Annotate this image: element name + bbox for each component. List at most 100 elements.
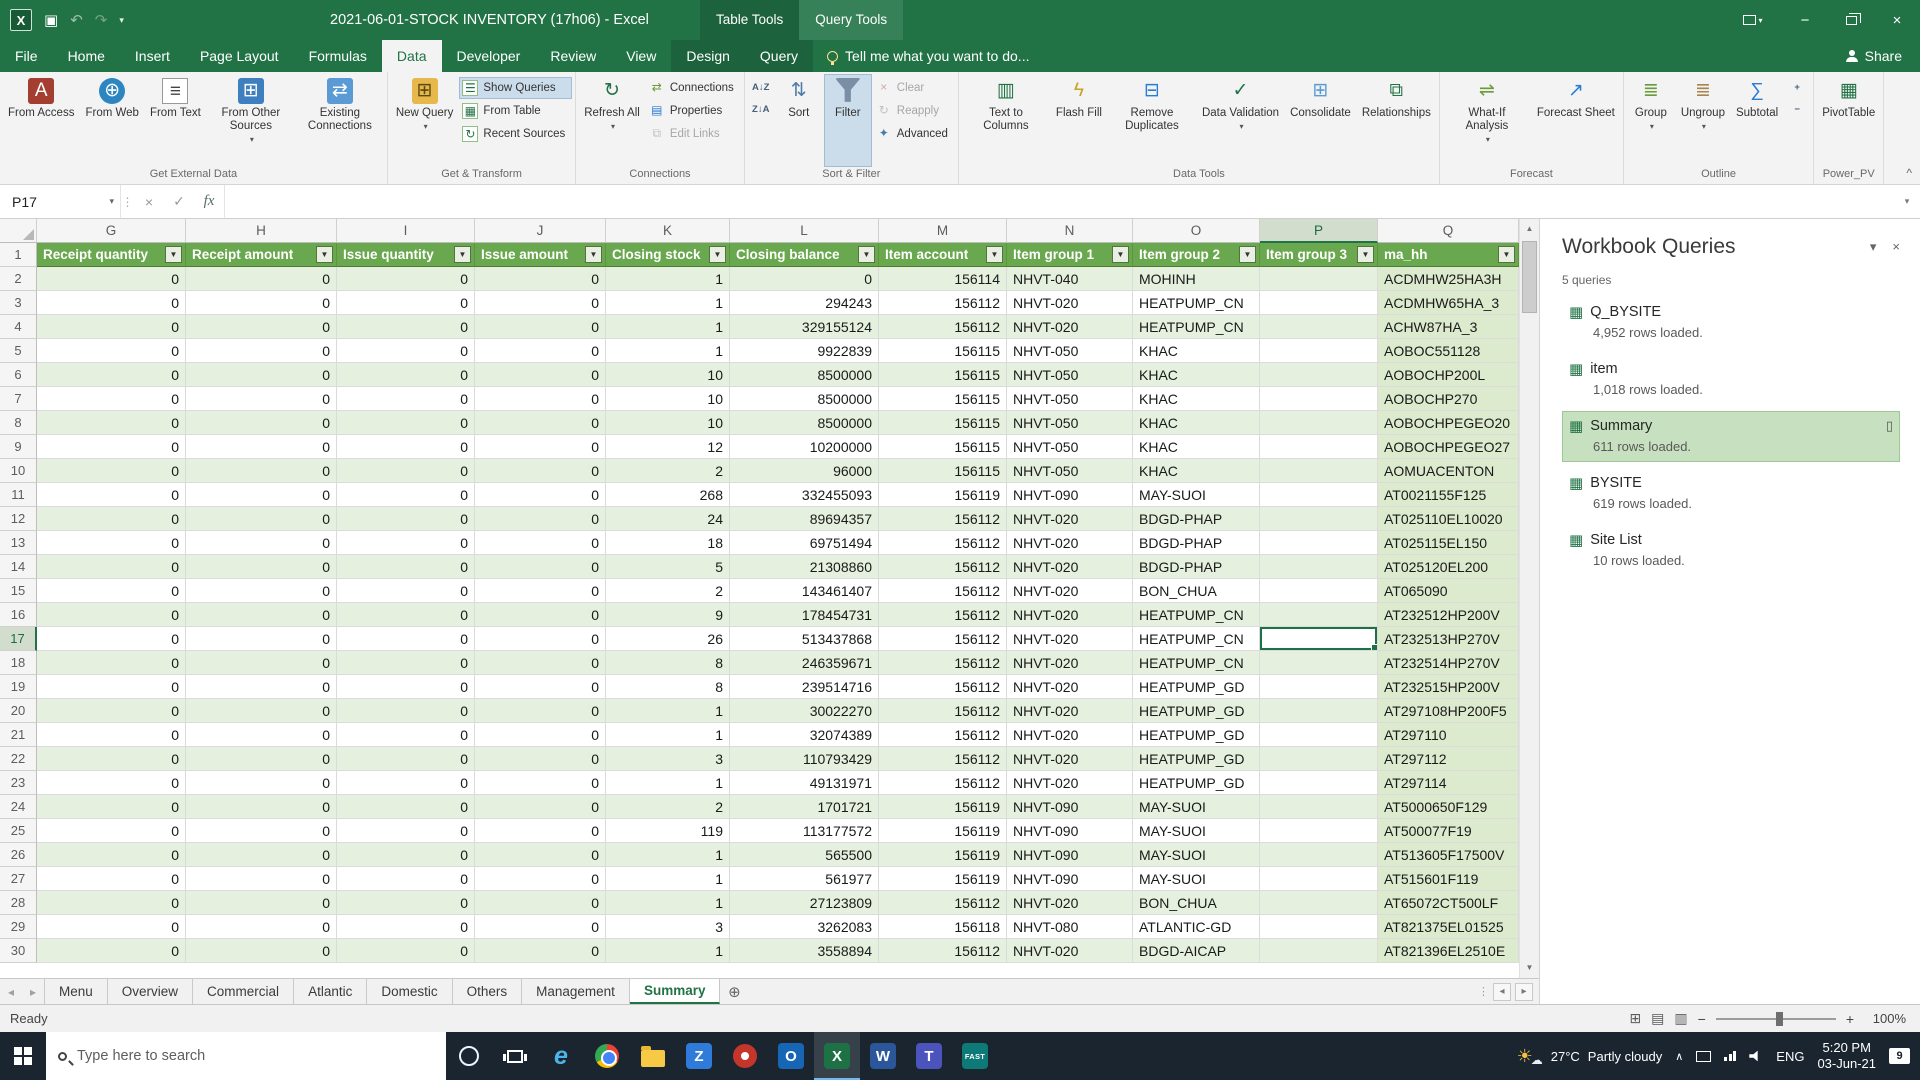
tab-splitter-handle[interactable]: ⋮ [1478, 985, 1489, 998]
sort-button[interactable]: ⇅ Sort [775, 74, 823, 167]
cell-G15[interactable]: 0 [37, 579, 186, 603]
cell-P3[interactable] [1260, 291, 1378, 315]
ribbon-tab-data[interactable]: Data [381, 40, 442, 72]
sheet-tab-overview[interactable]: Overview [108, 979, 194, 1004]
cell-G2[interactable]: 0 [37, 267, 186, 291]
cell-J17[interactable]: 0 [475, 627, 606, 651]
table-header-receipt-quantity[interactable]: Receipt quantity ▼ [37, 243, 186, 267]
filter-dropdown-icon[interactable]: ▼ [709, 246, 726, 263]
cell-P27[interactable] [1260, 867, 1378, 891]
cell-G25[interactable]: 0 [37, 819, 186, 843]
chrome-icon[interactable] [584, 1032, 630, 1080]
cell-K21[interactable]: 1 [606, 723, 730, 747]
refresh-all-button[interactable]: ↻ Refresh All ▾ [579, 74, 645, 167]
table-header-item-group-3[interactable]: Item group 3 ▼ [1260, 243, 1378, 267]
save-icon[interactable]: ▣ [44, 11, 58, 29]
cell-Q19[interactable]: AT232515HP200V [1378, 675, 1519, 699]
cell-H20[interactable]: 0 [186, 699, 337, 723]
cell-M3[interactable]: 156112 [879, 291, 1007, 315]
cell-K13[interactable]: 18 [606, 531, 730, 555]
cell-H17[interactable]: 0 [186, 627, 337, 651]
cell-Q10[interactable]: AOMUACENTON [1378, 459, 1519, 483]
cell-K26[interactable]: 1 [606, 843, 730, 867]
cell-I20[interactable]: 0 [337, 699, 475, 723]
group-button[interactable]: ≣ Group ▾ [1627, 74, 1675, 167]
hscroll-left-icon[interactable]: ◂ [1493, 982, 1511, 1001]
cell-N6[interactable]: NHVT-050 [1007, 363, 1133, 387]
cell-I23[interactable]: 0 [337, 771, 475, 795]
table-header-issue-amount[interactable]: Issue amount ▼ [475, 243, 606, 267]
cell-O7[interactable]: KHAC [1133, 387, 1260, 411]
cell-I21[interactable]: 0 [337, 723, 475, 747]
cell-Q5[interactable]: AOBOC551128 [1378, 339, 1519, 363]
cell-G13[interactable]: 0 [37, 531, 186, 555]
cell-G10[interactable]: 0 [37, 459, 186, 483]
cell-K27[interactable]: 1 [606, 867, 730, 891]
cell-Q8[interactable]: AOBOCHPEGEO20 [1378, 411, 1519, 435]
column-header-g[interactable]: G [37, 219, 186, 243]
formula-bar-grip[interactable]: ⋮ [120, 185, 134, 218]
cell-I5[interactable]: 0 [337, 339, 475, 363]
name-box-dropdown-icon[interactable]: ▾ [109, 196, 114, 207]
cell-J28[interactable]: 0 [475, 891, 606, 915]
row-header-6[interactable]: 6 [0, 363, 37, 387]
cell-K19[interactable]: 8 [606, 675, 730, 699]
select-all-corner[interactable] [0, 219, 37, 243]
cell-L18[interactable]: 246359671 [730, 651, 879, 675]
ribbon-tab-design[interactable]: Design [671, 40, 745, 72]
cell-G28[interactable]: 0 [37, 891, 186, 915]
cell-L12[interactable]: 89694357 [730, 507, 879, 531]
cell-L25[interactable]: 113177572 [730, 819, 879, 843]
cell-Q18[interactable]: AT232514HP270V [1378, 651, 1519, 675]
column-header-n[interactable]: N [1007, 219, 1133, 243]
text-to-columns-button[interactable]: ▥ Text to Columns [962, 74, 1050, 167]
cell-J14[interactable]: 0 [475, 555, 606, 579]
formula-input[interactable] [224, 185, 1894, 218]
cell-I3[interactable]: 0 [337, 291, 475, 315]
cell-J29[interactable]: 0 [475, 915, 606, 939]
cell-L6[interactable]: 8500000 [730, 363, 879, 387]
cell-Q2[interactable]: ACDMHW25HA3H [1378, 267, 1519, 291]
cell-J7[interactable]: 0 [475, 387, 606, 411]
cell-I22[interactable]: 0 [337, 747, 475, 771]
cell-M9[interactable]: 156115 [879, 435, 1007, 459]
cell-O8[interactable]: KHAC [1133, 411, 1260, 435]
existing-connections-button[interactable]: ⇄ Existing Connections [296, 74, 384, 167]
sheet-nav-right-icon[interactable]: ▸ [22, 979, 44, 1004]
show-queries-button[interactable]: ☰ Show Queries [459, 77, 573, 99]
cell-G21[interactable]: 0 [37, 723, 186, 747]
cell-K10[interactable]: 2 [606, 459, 730, 483]
cell-N10[interactable]: NHVT-050 [1007, 459, 1133, 483]
cell-L2[interactable]: 0 [730, 267, 879, 291]
cell-O5[interactable]: KHAC [1133, 339, 1260, 363]
cell-K14[interactable]: 5 [606, 555, 730, 579]
row-header-1[interactable]: 1 [0, 243, 37, 267]
cell-H3[interactable]: 0 [186, 291, 337, 315]
cell-Q9[interactable]: AOBOCHPEGEO27 [1378, 435, 1519, 459]
column-header-l[interactable]: L [730, 219, 879, 243]
consolidate-button[interactable]: ⊞ Consolidate [1285, 74, 1356, 167]
zoom-in-icon[interactable]: + [1846, 1011, 1854, 1027]
cell-K22[interactable]: 3 [606, 747, 730, 771]
ribbon-display-options-icon[interactable]: ▾ [1738, 0, 1768, 40]
cell-G14[interactable]: 0 [37, 555, 186, 579]
cell-O16[interactable]: HEATPUMP_CN [1133, 603, 1260, 627]
filter-dropdown-icon[interactable]: ▼ [165, 246, 182, 263]
cell-O20[interactable]: HEATPUMP_GD [1133, 699, 1260, 723]
cell-L9[interactable]: 10200000 [730, 435, 879, 459]
clear-button[interactable]: × Clear [873, 77, 955, 99]
filter-dropdown-icon[interactable]: ▼ [1112, 246, 1129, 263]
row-header-15[interactable]: 15 [0, 579, 37, 603]
cell-P2[interactable] [1260, 267, 1378, 291]
cell-N23[interactable]: NHVT-020 [1007, 771, 1133, 795]
insert-function-icon[interactable]: fx [194, 185, 224, 218]
cell-I28[interactable]: 0 [337, 891, 475, 915]
cell-K4[interactable]: 1 [606, 315, 730, 339]
edit-links-button[interactable]: ⧉ Edit Links [646, 123, 741, 145]
sheet-tab-domestic[interactable]: Domestic [367, 979, 453, 1004]
sheet-tab-commercial[interactable]: Commercial [193, 979, 295, 1004]
cell-K30[interactable]: 1 [606, 939, 730, 963]
cell-Q4[interactable]: ACHW87HA_3 [1378, 315, 1519, 339]
cell-I19[interactable]: 0 [337, 675, 475, 699]
cell-N22[interactable]: NHVT-020 [1007, 747, 1133, 771]
